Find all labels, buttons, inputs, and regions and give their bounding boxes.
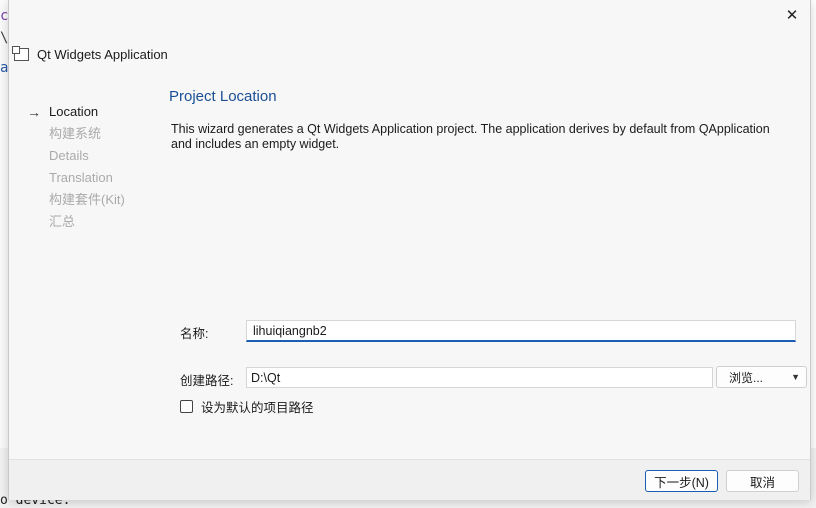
step-label: 汇总 [49, 214, 76, 229]
step-label: Details [49, 148, 89, 163]
default-path-label: 设为默认的项目路径 [201, 401, 314, 415]
chevron-down-icon: ▼ [791, 372, 800, 382]
step-label: 构建系统 [49, 126, 102, 141]
wizard-steps: → Location 构建系统 Details Translation 构建套件… [27, 104, 125, 236]
step-label: 构建套件(Kit) [49, 192, 125, 207]
cancel-button[interactable]: 取消 [726, 470, 799, 492]
step-translation: Translation [27, 170, 125, 192]
name-label: 名称: [180, 327, 209, 341]
step-kits: 构建套件(Kit) [27, 192, 125, 214]
project-name-input[interactable] [246, 320, 796, 342]
default-path-checkbox[interactable] [180, 400, 193, 413]
step-details: Details [27, 148, 125, 170]
step-label: Translation [49, 170, 113, 185]
window-icon [12, 45, 29, 61]
next-button[interactable]: 下一步(N) [645, 470, 718, 492]
step-summary: 汇总 [27, 214, 125, 236]
new-project-wizard-dialog: ✕ Qt Widgets Application → Location 构建系统… [8, 0, 811, 500]
background-editor-strip [0, 0, 8, 508]
titlebar: ✕ [9, 0, 810, 32]
page-description: This wizard generates a Qt Widgets Appli… [171, 122, 770, 151]
step-build-system: 构建系统 [27, 126, 125, 148]
wizard-header: Qt Widgets Application [9, 38, 168, 70]
default-path-checkbox-row[interactable]: 设为默认的项目路径 [180, 397, 314, 416]
path-label: 创建路径: [180, 374, 234, 388]
step-label: Location [49, 104, 99, 119]
close-button[interactable]: ✕ [780, 5, 804, 27]
step-location: → Location [27, 104, 125, 126]
page-title: Project Location [169, 88, 277, 105]
wizard-title: Qt Widgets Application [37, 46, 168, 62]
current-step-arrow-icon: → [27, 104, 41, 120]
browse-button-label: 浏览... [729, 370, 764, 385]
browse-button[interactable]: 浏览... ▼ [716, 366, 807, 388]
wizard-footer: 下一步(N) 取消 [9, 459, 810, 500]
project-path-input[interactable] [246, 367, 713, 388]
